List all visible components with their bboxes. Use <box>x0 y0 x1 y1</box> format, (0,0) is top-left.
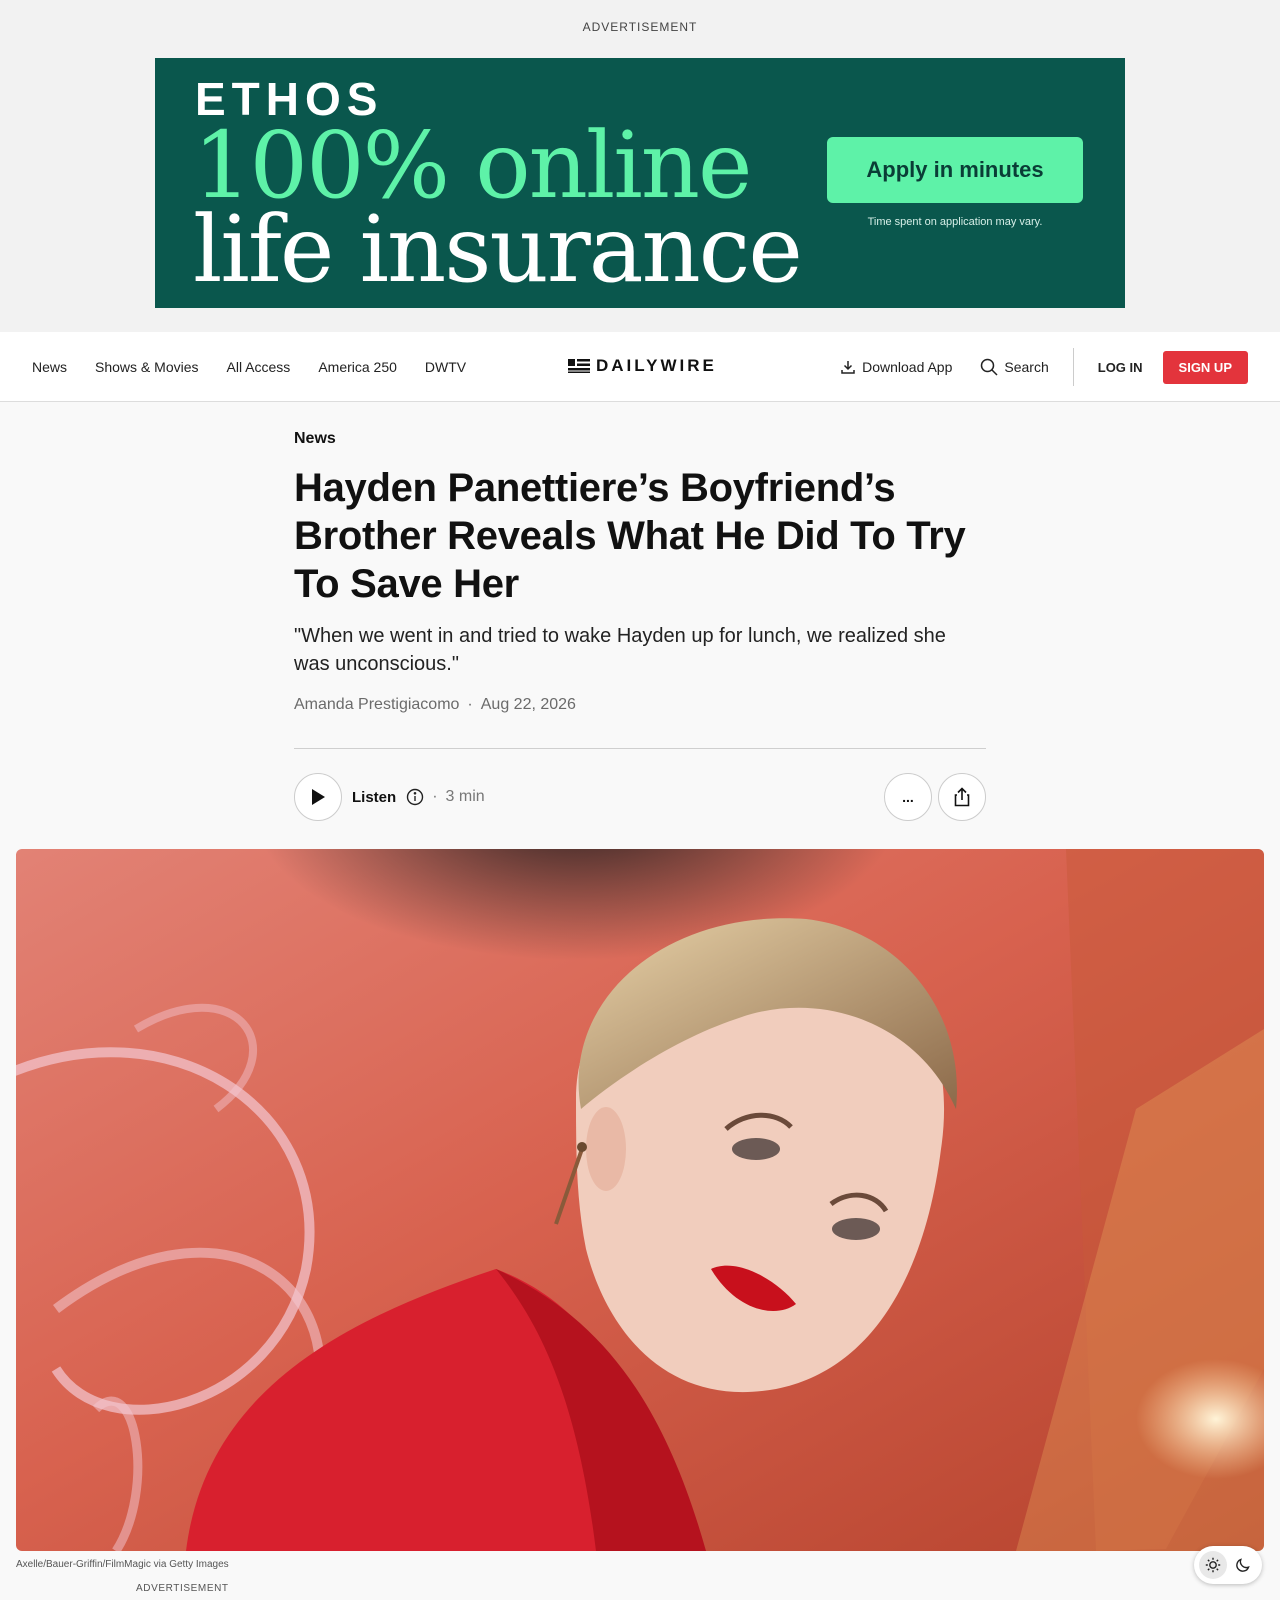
hero-image[interactable] <box>16 849 1264 1551</box>
download-app-label: Download App <box>862 359 953 375</box>
byline-separator: · <box>467 696 473 713</box>
share-button[interactable] <box>938 773 986 821</box>
listen-separator: · <box>432 788 438 805</box>
header-divider-line <box>294 748 986 749</box>
publish-date: Aug 22, 2026 <box>480 696 576 713</box>
article-headline: Hayden Panettiere’s Boyfriend’s Brother … <box>294 466 966 606</box>
site-logo-text: DAILYWIRE <box>596 356 717 375</box>
listen-play-button[interactable] <box>294 773 342 821</box>
dark-mode-option[interactable] <box>1229 1551 1257 1579</box>
header-actions: Download App Search LOG IN SIGN UP <box>840 332 1248 402</box>
read-time: 3 min <box>445 788 485 805</box>
primary-nav: News Shows & Movies All Access America 2… <box>32 332 466 402</box>
top-ad-zone: ADVERTISEMENT ETHOS 100% online life ins… <box>0 0 1280 332</box>
header-divider <box>1072 348 1074 386</box>
dailywire-flag-icon <box>568 359 590 373</box>
site-header: News Shows & Movies All Access America 2… <box>0 332 1280 402</box>
light-mode-option[interactable] <box>1199 1551 1227 1579</box>
author-name[interactable]: Amanda Prestigiacomo <box>294 696 459 714</box>
nav-link-america-250[interactable]: America 250 <box>318 359 397 375</box>
share-icon <box>954 787 970 807</box>
article-subheadline: "When we went in and tried to wake Hayde… <box>294 625 946 675</box>
nav-link-shows-movies[interactable]: Shows & Movies <box>95 359 198 375</box>
download-icon <box>841 361 855 374</box>
ad-disclaimer: Time spent on application may vary. <box>867 216 1043 228</box>
search-button[interactable]: Search <box>980 358 1049 376</box>
nav-link-all-access[interactable]: All Access <box>227 359 291 375</box>
ad-label-bottom: ADVERTISEMENT <box>136 1583 229 1594</box>
search-icon <box>981 358 998 376</box>
ad-apply-button[interactable]: Apply in minutes <box>827 137 1083 203</box>
info-icon[interactable] <box>406 788 424 806</box>
search-label: Search <box>1004 359 1049 375</box>
ad-label: ADVERTISEMENT <box>582 20 698 34</box>
signup-button[interactable]: SIGN UP <box>1162 350 1248 384</box>
listen-label[interactable]: Listen <box>352 789 396 806</box>
hero-photo-illustration <box>16 849 1264 1551</box>
theme-toggle[interactable] <box>1194 1546 1262 1584</box>
play-icon <box>312 789 325 805</box>
article-category[interactable]: News <box>294 430 986 448</box>
more-options-button[interactable]: ... <box>884 773 932 821</box>
article-header: News Hayden Panettiere’s Boyfriend’s Bro… <box>294 430 986 821</box>
listen-bar: Listen · 3 min ... <box>294 773 986 821</box>
byline: Amanda Prestigiacomo · Aug 22, 2026 <box>294 696 986 714</box>
ad-banner[interactable]: ETHOS 100% online life insurance Apply i… <box>155 58 1125 308</box>
moon-icon <box>1236 1558 1250 1572</box>
site-logo[interactable]: DAILYWIRE <box>568 356 717 376</box>
nav-link-news[interactable]: News <box>32 359 67 375</box>
sun-icon <box>1205 1557 1221 1573</box>
nav-link-dwtv[interactable]: DWTV <box>425 359 466 375</box>
download-app-link[interactable]: Download App <box>840 359 952 375</box>
login-button[interactable]: LOG IN <box>1098 360 1143 375</box>
image-caption: Axelle/Bauer-Griffin/FilmMagic via Getty… <box>16 1559 229 1570</box>
ad-headline-line2: life insurance <box>193 196 803 303</box>
